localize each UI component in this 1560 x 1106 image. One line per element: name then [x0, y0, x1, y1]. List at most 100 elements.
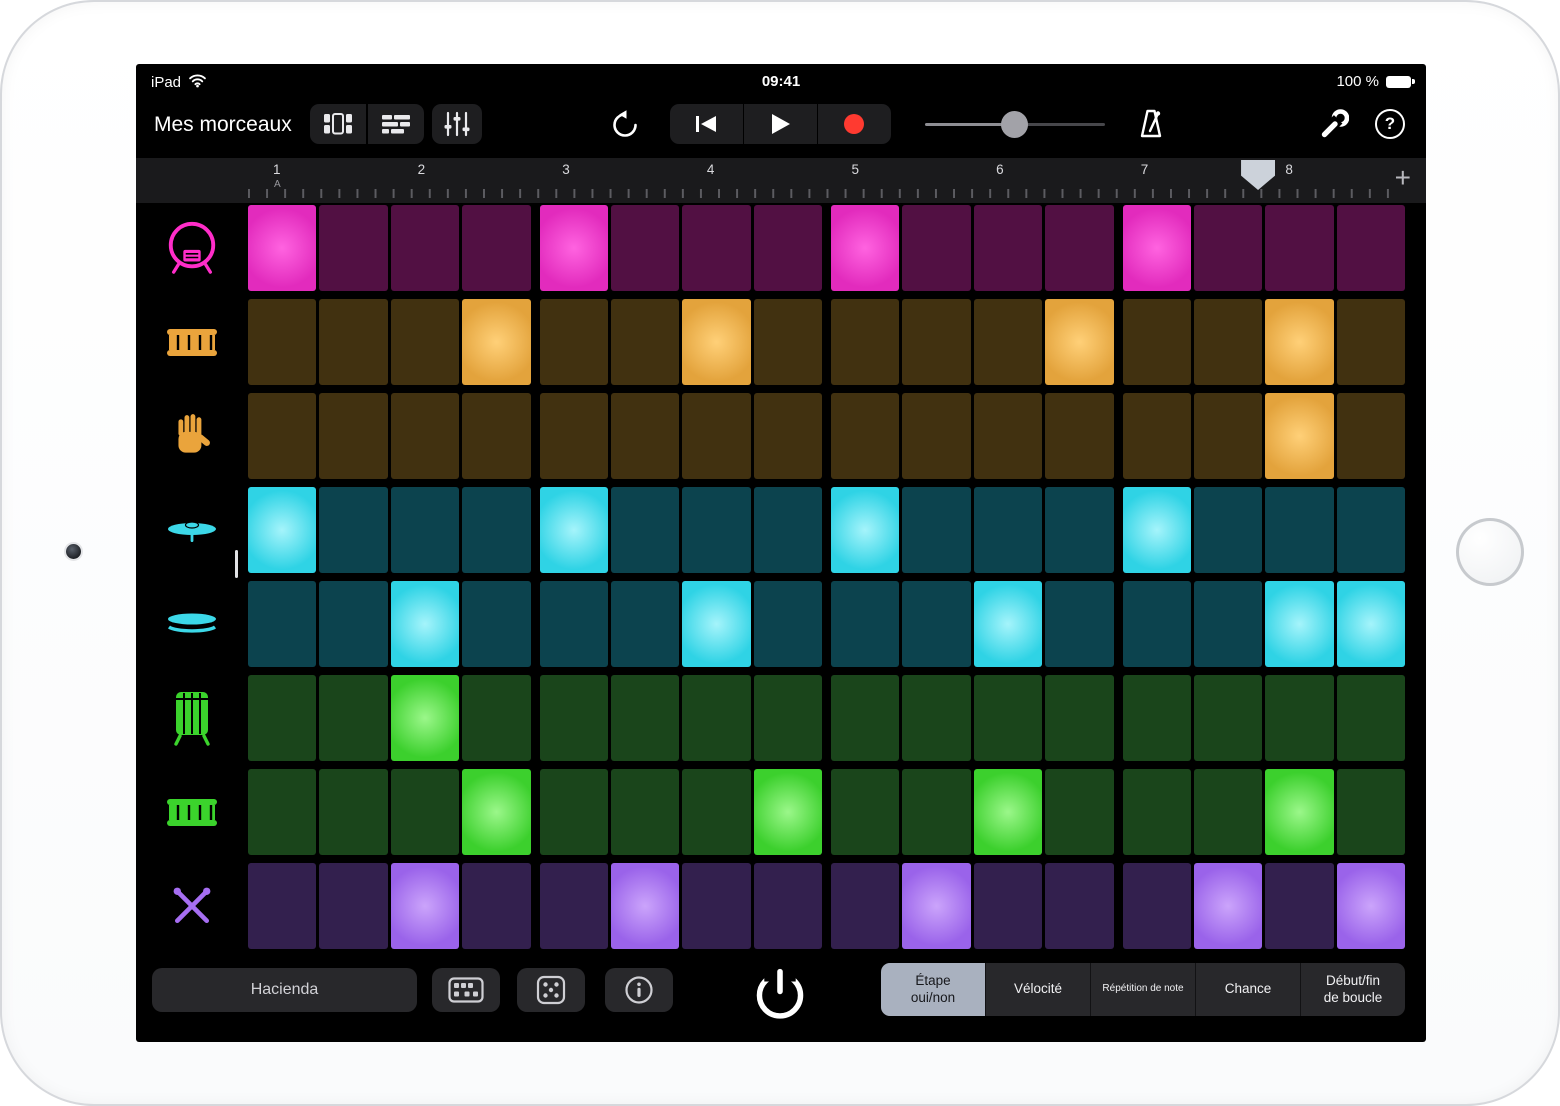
step-pad-open-hi-hat-6[interactable] [611, 581, 679, 667]
step-pad-closed-hi-hat-6[interactable] [611, 487, 679, 573]
step-pad-low-snare-11[interactable] [974, 769, 1042, 855]
step-pad-floor-tom-16[interactable] [1337, 675, 1405, 761]
step-pad-sticks-12[interactable] [1045, 863, 1113, 949]
step-pad-snare-drum-4[interactable] [462, 299, 530, 385]
step-pad-sticks-15[interactable] [1265, 863, 1333, 949]
dice-icon[interactable] [517, 968, 585, 1012]
step-pad-closed-hi-hat-5[interactable] [540, 487, 608, 573]
step-pad-clap-9[interactable] [831, 393, 899, 479]
step-pad-floor-tom-10[interactable] [902, 675, 970, 761]
info-icon[interactable] [605, 968, 673, 1012]
step-pad-closed-hi-hat-1[interactable] [248, 487, 316, 573]
step-pad-low-snare-7[interactable] [682, 769, 750, 855]
pattern-grid-icon[interactable] [432, 968, 500, 1012]
step-pad-open-hi-hat-15[interactable] [1265, 581, 1333, 667]
step-pad-clap-6[interactable] [611, 393, 679, 479]
step-pad-closed-hi-hat-4[interactable] [462, 487, 530, 573]
step-pad-kick-drum-15[interactable] [1265, 205, 1333, 291]
open-hi-hat-cymbal-icon[interactable] [136, 581, 248, 667]
step-pad-low-snare-4[interactable] [462, 769, 530, 855]
step-pad-floor-tom-4[interactable] [462, 675, 530, 761]
step-pad-floor-tom-12[interactable] [1045, 675, 1113, 761]
step-pad-snare-drum-10[interactable] [902, 299, 970, 385]
step-pad-snare-drum-14[interactable] [1194, 299, 1262, 385]
step-pad-closed-hi-hat-11[interactable] [974, 487, 1042, 573]
step-pad-snare-drum-3[interactable] [391, 299, 459, 385]
play-icon[interactable] [744, 104, 817, 144]
step-pad-clap-10[interactable] [902, 393, 970, 479]
my-songs-button[interactable]: Mes morceaux [154, 113, 292, 137]
step-pad-floor-tom-3[interactable] [391, 675, 459, 761]
step-pad-clap-7[interactable] [682, 393, 750, 479]
track-controls-icon[interactable] [432, 104, 482, 144]
step-pad-kick-drum-7[interactable] [682, 205, 750, 291]
step-pad-open-hi-hat-4[interactable] [462, 581, 530, 667]
pattern-name-button[interactable]: Hacienda [152, 968, 417, 1012]
step-pad-open-hi-hat-11[interactable] [974, 581, 1042, 667]
step-pad-floor-tom-5[interactable] [540, 675, 608, 761]
clap-hand-icon[interactable] [136, 393, 248, 479]
step-pad-sticks-2[interactable] [319, 863, 387, 949]
step-pad-clap-15[interactable] [1265, 393, 1333, 479]
step-pad-clap-2[interactable] [319, 393, 387, 479]
step-pad-kick-drum-1[interactable] [248, 205, 316, 291]
step-pad-open-hi-hat-8[interactable] [754, 581, 822, 667]
step-pad-sticks-14[interactable] [1194, 863, 1262, 949]
step-pad-floor-tom-2[interactable] [319, 675, 387, 761]
step-pad-kick-drum-10[interactable] [902, 205, 970, 291]
step-pad-sticks-8[interactable] [754, 863, 822, 949]
volume-track-filled[interactable] [925, 123, 1005, 126]
step-pad-snare-drum-16[interactable] [1337, 299, 1405, 385]
mode-segment-1[interactable]: Vélocité [985, 963, 1090, 1016]
step-pad-open-hi-hat-3[interactable] [391, 581, 459, 667]
metronome-icon[interactable] [1132, 105, 1170, 143]
step-pad-low-snare-6[interactable] [611, 769, 679, 855]
step-pad-open-hi-hat-9[interactable] [831, 581, 899, 667]
kick-drum-icon[interactable] [136, 205, 248, 291]
step-pad-floor-tom-13[interactable] [1123, 675, 1191, 761]
step-pad-closed-hi-hat-14[interactable] [1194, 487, 1262, 573]
step-pad-floor-tom-7[interactable] [682, 675, 750, 761]
step-pad-snare-drum-9[interactable] [831, 299, 899, 385]
step-pad-floor-tom-11[interactable] [974, 675, 1042, 761]
step-pad-closed-hi-hat-7[interactable] [682, 487, 750, 573]
help-icon[interactable]: ? [1375, 109, 1405, 139]
power-icon[interactable] [744, 961, 816, 1025]
timeline-ruler[interactable]: A 12345678 + [136, 158, 1426, 203]
step-pad-closed-hi-hat-12[interactable] [1045, 487, 1113, 573]
mode-segment-3[interactable]: Chance [1195, 963, 1300, 1016]
step-pad-clap-11[interactable] [974, 393, 1042, 479]
step-pad-kick-drum-12[interactable] [1045, 205, 1113, 291]
step-pad-snare-drum-5[interactable] [540, 299, 608, 385]
step-pad-snare-drum-2[interactable] [319, 299, 387, 385]
step-pad-snare-drum-6[interactable] [611, 299, 679, 385]
step-pad-low-snare-13[interactable] [1123, 769, 1191, 855]
step-pad-low-snare-9[interactable] [831, 769, 899, 855]
step-pad-sticks-7[interactable] [682, 863, 750, 949]
step-pad-low-snare-15[interactable] [1265, 769, 1333, 855]
step-pad-sticks-1[interactable] [248, 863, 316, 949]
step-pad-snare-drum-12[interactable] [1045, 299, 1113, 385]
step-pad-sticks-10[interactable] [902, 863, 970, 949]
snare-drum-icon[interactable] [136, 299, 248, 385]
floor-tom-icon[interactable] [136, 675, 248, 761]
mode-segment-2[interactable]: Répétition de note [1090, 963, 1195, 1016]
step-pad-closed-hi-hat-3[interactable] [391, 487, 459, 573]
mode-segment-0[interactable]: Étape oui/non [881, 963, 985, 1016]
step-pad-floor-tom-15[interactable] [1265, 675, 1333, 761]
step-pad-sticks-5[interactable] [540, 863, 608, 949]
record-icon[interactable] [818, 104, 891, 144]
step-pad-sticks-4[interactable] [462, 863, 530, 949]
step-pad-low-snare-3[interactable] [391, 769, 459, 855]
step-pad-closed-hi-hat-13[interactable] [1123, 487, 1191, 573]
step-pad-open-hi-hat-7[interactable] [682, 581, 750, 667]
step-pad-clap-16[interactable] [1337, 393, 1405, 479]
step-pad-low-snare-1[interactable] [248, 769, 316, 855]
rewind-icon[interactable] [670, 104, 743, 144]
step-pad-low-snare-12[interactable] [1045, 769, 1113, 855]
drumsticks-icon[interactable] [136, 863, 248, 949]
step-pad-snare-drum-1[interactable] [248, 299, 316, 385]
step-pad-closed-hi-hat-2[interactable] [319, 487, 387, 573]
volume-track-empty[interactable] [1018, 123, 1105, 126]
step-pad-snare-drum-11[interactable] [974, 299, 1042, 385]
